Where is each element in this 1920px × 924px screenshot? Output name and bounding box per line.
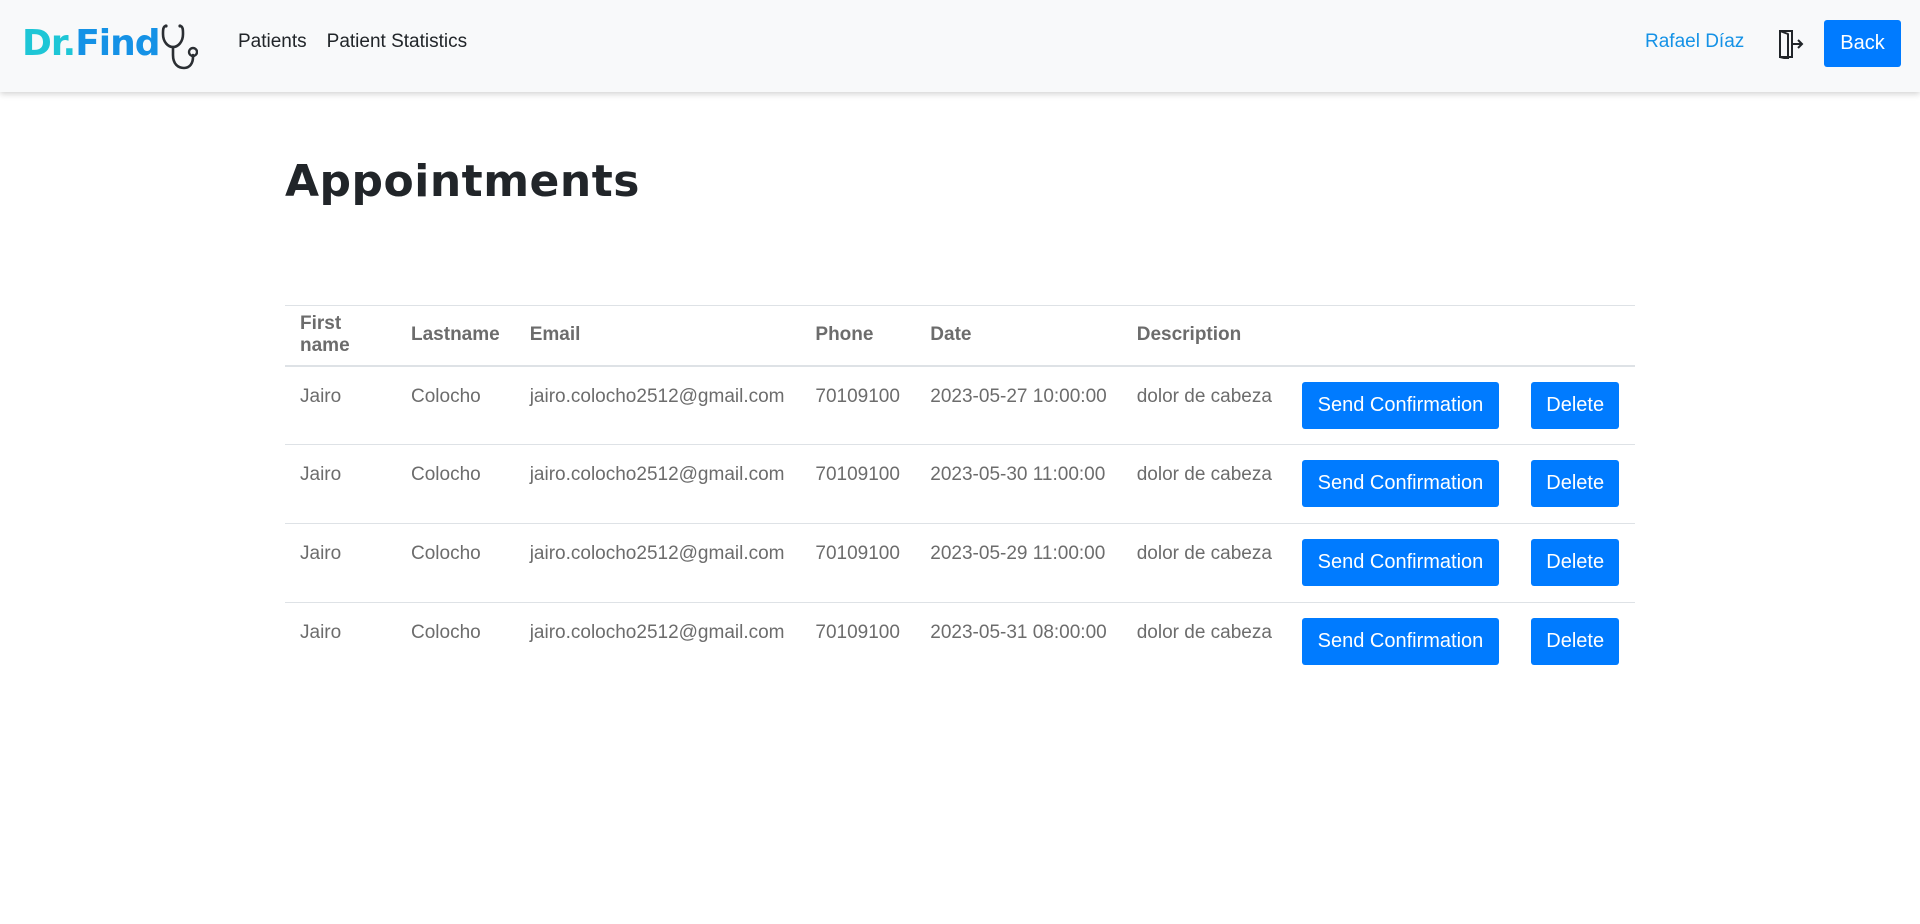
cell-email: jairo.colocho2512@gmail.com: [529, 543, 785, 564]
cell-delete: Delete: [1516, 445, 1635, 524]
send-confirmation-button[interactable]: Send Confirmation: [1301, 460, 1499, 507]
cell-description: dolor de cabeza: [1136, 385, 1272, 407]
send-confirmation-button[interactable]: Send Confirmation: [1301, 381, 1499, 429]
cell-delete: Delete: [1516, 603, 1635, 682]
cell-first-name: Jairo: [300, 543, 342, 564]
cell-last-name: Colocho: [411, 622, 481, 643]
cell-send: Send Confirmation: [1287, 445, 1516, 524]
brand-dr: Dr.: [22, 23, 76, 64]
nav-links: Patients Patient Statistics: [238, 30, 467, 54]
delete-button[interactable]: Delete: [1531, 539, 1620, 586]
table-row: Jairo Colocho jairo.colocho2512@gmail.co…: [285, 603, 1635, 682]
cell-first-name: Jairo: [300, 464, 342, 485]
user-name-link[interactable]: Rafael Díaz: [1645, 30, 1744, 54]
cell-email: jairo.colocho2512@gmail.com: [529, 622, 785, 643]
cell-description: dolor de cabeza: [1136, 622, 1272, 643]
cell-delete: Delete: [1516, 366, 1635, 445]
back-button[interactable]: Back: [1824, 20, 1901, 67]
cell-phone: 70109100: [815, 543, 900, 564]
brand-find: Find: [75, 23, 160, 64]
header-email: Email: [529, 324, 581, 346]
header-description: Description: [1136, 324, 1242, 346]
brand-logo[interactable]: Dr.Find: [22, 22, 198, 72]
cell-phone: 70109100: [815, 622, 900, 643]
navbar: Dr.Find Patients Patient Statistics Rafa…: [0, 0, 1920, 92]
page-title: Appointments: [285, 156, 640, 207]
cell-send: Send Confirmation: [1287, 524, 1516, 603]
stethoscope-icon: [161, 24, 198, 70]
cell-last-name: Colocho: [411, 464, 481, 485]
cell-email: jairo.colocho2512@gmail.com: [529, 464, 785, 485]
cell-email: jairo.colocho2512@gmail.com: [529, 385, 785, 407]
appointments-table-container: First name Lastname Email Phone Date Des…: [285, 305, 1635, 682]
cell-first-name: Jairo: [300, 385, 342, 407]
nav-link-patients[interactable]: Patients: [238, 30, 307, 54]
cell-date: 2023-05-31 08:00:00: [930, 622, 1107, 643]
cell-phone: 70109100: [815, 385, 900, 407]
cell-send: Send Confirmation: [1287, 603, 1516, 682]
brand-wordmark: Dr.Find: [22, 22, 161, 66]
cell-phone: 70109100: [815, 464, 900, 485]
cell-last-name: Colocho: [411, 385, 481, 407]
send-confirmation-button[interactable]: Send Confirmation: [1301, 618, 1499, 665]
cell-last-name: Colocho: [411, 543, 481, 564]
send-confirmation-button[interactable]: Send Confirmation: [1301, 539, 1499, 586]
cell-description: dolor de cabeza: [1136, 464, 1272, 485]
cell-delete: Delete: [1516, 524, 1635, 603]
nav-link-patient-statistics[interactable]: Patient Statistics: [327, 30, 467, 54]
header-lastname: Lastname: [411, 324, 500, 346]
delete-button[interactable]: Delete: [1531, 381, 1620, 429]
cell-send: Send Confirmation: [1287, 366, 1516, 445]
header-phone: Phone: [815, 324, 874, 346]
delete-button[interactable]: Delete: [1531, 460, 1620, 507]
cell-date: 2023-05-30 11:00:00: [930, 464, 1106, 485]
cell-first-name: Jairo: [300, 622, 342, 643]
table-row: Jairo Colocho jairo.colocho2512@gmail.co…: [285, 366, 1635, 445]
table-row: Jairo Colocho jairo.colocho2512@gmail.co…: [285, 524, 1635, 603]
header-first-name: First name: [300, 313, 350, 357]
table-header-row: First name Lastname Email Phone Date Des…: [285, 305, 1635, 366]
cell-date: 2023-05-27 10:00:00: [930, 385, 1107, 407]
header-date: Date: [930, 324, 972, 346]
delete-button[interactable]: Delete: [1531, 618, 1620, 665]
header-delete-action: [1516, 306, 1635, 366]
appointments-table: First name Lastname Email Phone Date Des…: [285, 305, 1635, 682]
header-send-action: [1287, 306, 1516, 366]
table-row: Jairo Colocho jairo.colocho2512@gmail.co…: [285, 445, 1635, 524]
cell-date: 2023-05-29 11:00:00: [930, 543, 1106, 564]
cell-description: dolor de cabeza: [1136, 543, 1272, 564]
logout-icon[interactable]: [1777, 29, 1805, 59]
